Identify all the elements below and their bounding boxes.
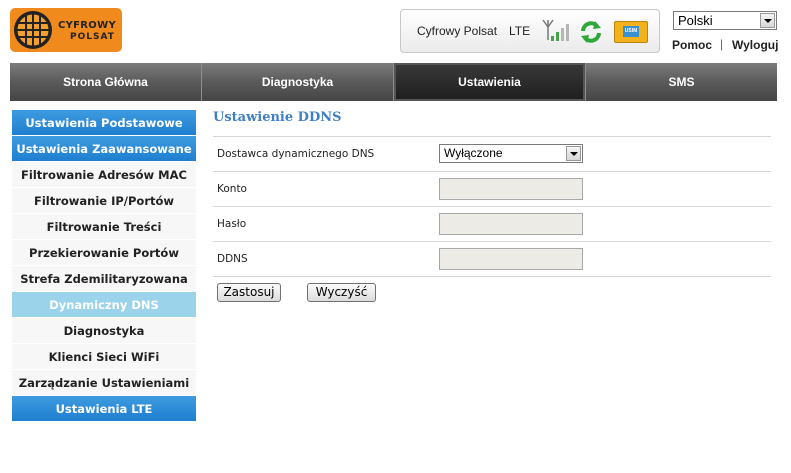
sidebar-item-mac-filtering[interactable]: Filtrowanie Adresów MAC — [12, 162, 196, 188]
sidebar-item-lte-settings[interactable]: Ustawienia LTE — [12, 396, 196, 422]
sidebar-item-wifi-clients[interactable]: Klienci Sieci WiFi — [12, 344, 196, 370]
usim-card-icon: USIM — [614, 21, 648, 43]
account-label: Konto — [217, 183, 247, 195]
globe-logo-icon — [14, 11, 52, 49]
language-selected-value: Polski — [678, 13, 713, 28]
sidebar-item-ip-port-filtering[interactable]: Filtrowanie IP/Portów — [12, 188, 196, 214]
tab-diagnostics[interactable]: Diagnostyka — [202, 63, 394, 101]
link-separator: | — [720, 37, 724, 51]
sidebar-item-dynamic-dns[interactable]: Dynamiczny DNS — [12, 292, 196, 318]
logo-text-cyfrowy: CYFROWY — [58, 20, 116, 31]
operator-name: Cyfrowy Polsat — [417, 24, 498, 38]
form-row-password: Hasło — [213, 206, 771, 241]
tab-sms[interactable]: SMS — [586, 63, 777, 101]
chevron-down-icon — [760, 13, 775, 28]
sidebar-item-settings-management[interactable]: Zarządzanie Ustawieniami — [12, 370, 196, 396]
settings-sidebar: Ustawienia Podstawowe Ustawienia Zaawans… — [12, 110, 196, 422]
sidebar-item-basic-settings[interactable]: Ustawienia Podstawowe — [12, 110, 196, 136]
sidebar-item-port-forwarding[interactable]: Przekierowanie Portów — [12, 240, 196, 266]
sidebar-item-advanced-settings[interactable]: Ustawienia Zaawansowane — [12, 136, 196, 162]
sidebar-item-diagnostics[interactable]: Diagnostyka — [12, 318, 196, 344]
help-link[interactable]: Pomoc — [672, 38, 712, 52]
clear-button[interactable]: Wyczyść — [307, 283, 376, 302]
signal-bars-icon — [542, 18, 572, 51]
chevron-down-icon — [566, 146, 581, 161]
ddns-provider-select[interactable]: Wyłączone — [439, 144, 583, 163]
tab-settings[interactable]: Ustawienia — [394, 63, 586, 101]
form-row-account: Konto — [213, 171, 771, 206]
language-select[interactable]: Polski — [673, 11, 777, 30]
network-type: LTE — [509, 24, 531, 38]
ddns-provider-value: Wyłączone — [444, 146, 503, 160]
page-title: Ustawienie DDNS — [213, 110, 342, 125]
sidebar-item-content-filtering[interactable]: Filtrowanie Treści — [12, 214, 196, 240]
account-input[interactable] — [439, 178, 583, 200]
cyfrowy-polsat-logo: CYFROWY POLSAT — [10, 8, 122, 52]
main-navigation: Strona Główna Diagnostyka Ustawienia SMS — [10, 63, 777, 101]
provider-label: Dostawca dynamicznego DNS — [217, 148, 375, 160]
ddns-input[interactable] — [439, 248, 583, 270]
form-row-ddns: DDNS — [213, 241, 771, 276]
ddns-label: DDNS — [217, 253, 248, 265]
password-label: Hasło — [217, 218, 247, 230]
sidebar-item-dmz[interactable]: Strefa Zdemilitaryzowana — [12, 266, 196, 292]
usim-label: USIM — [623, 26, 639, 37]
tab-home[interactable]: Strona Główna — [10, 63, 202, 101]
connection-status-box: Cyfrowy Polsat LTE USIM — [400, 9, 660, 53]
apply-button[interactable]: Zastosuj — [217, 283, 281, 302]
logout-link[interactable]: Wyloguj — [732, 38, 778, 52]
logo-text-polsat: POLSAT — [70, 32, 115, 42]
form-row-provider: Dostawca dynamicznego DNS Wyłączone — [213, 136, 771, 171]
password-input[interactable] — [439, 213, 583, 235]
form-divider — [213, 276, 771, 278]
refresh-icon[interactable] — [579, 20, 603, 49]
ddns-form: Dostawca dynamicznego DNS Wyłączone Kont… — [213, 136, 771, 278]
